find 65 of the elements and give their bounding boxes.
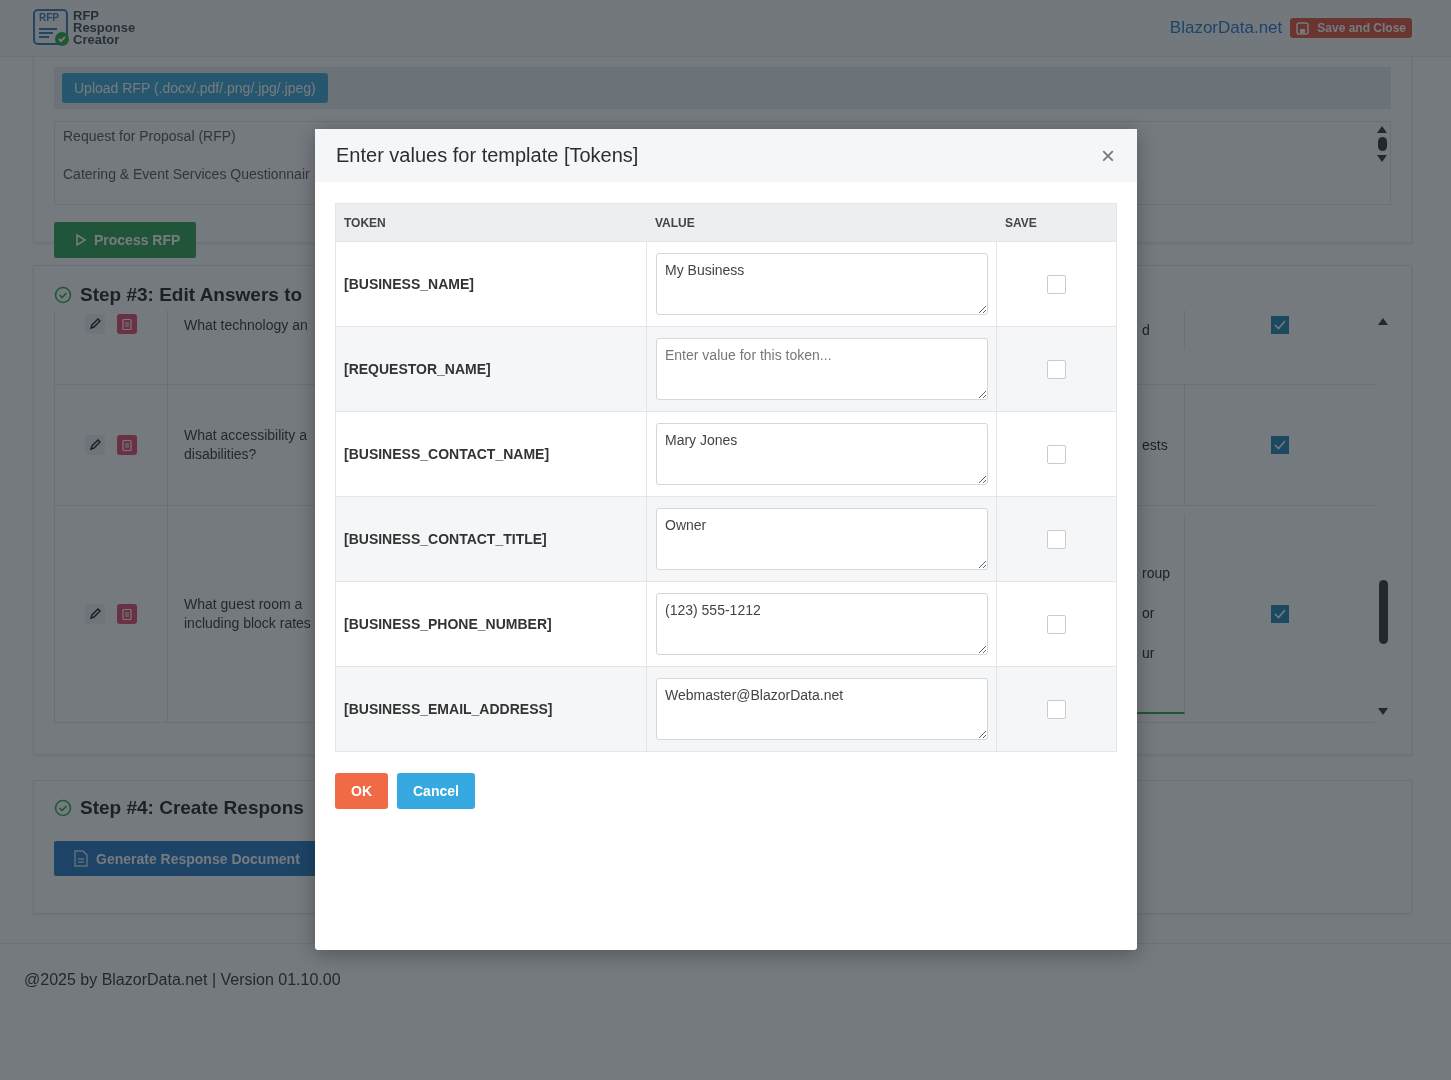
token-name: [BUSINESS_PHONE_NUMBER] <box>344 616 552 632</box>
include-checkbox[interactable] <box>1271 436 1289 454</box>
logo-text: RFP <box>73 10 100 22</box>
save-and-close-button[interactable]: Save and Close <box>1290 18 1412 38</box>
include-checkbox[interactable] <box>1271 316 1289 334</box>
pencil-icon <box>89 439 101 451</box>
token-name: [BUSINESS_CONTACT_TITLE] <box>344 531 547 547</box>
value-field[interactable]: My Business <box>656 253 988 315</box>
token-name: [BUSINESS_NAME] <box>344 276 474 292</box>
column-header: SAVE <box>1004 215 1038 230</box>
column-header: TOKEN <box>343 215 387 230</box>
answer-text: ests <box>1142 436 1168 455</box>
document-check-icon <box>33 9 71 47</box>
pencil-icon <box>89 608 101 620</box>
save-checkbox[interactable] <box>1047 529 1066 549</box>
value-field[interactable]: Owner <box>656 508 988 570</box>
value-field[interactable]: (123) 555-1212 <box>656 593 988 655</box>
ok-button[interactable]: OK <box>335 773 388 809</box>
edit-button[interactable] <box>85 435 105 455</box>
document-line: Catering & Event Services Questionnair <box>63 166 311 182</box>
save-checkbox[interactable] <box>1047 614 1066 634</box>
edit-button[interactable] <box>85 314 105 334</box>
check-circle-icon <box>54 286 72 304</box>
document-line: Request for Proposal (RFP) <box>63 128 237 144</box>
save-checkbox[interactable] <box>1047 444 1066 464</box>
question-text: What technology an <box>184 316 308 335</box>
trash-icon <box>122 439 132 451</box>
save-checkbox[interactable] <box>1047 359 1066 379</box>
footer-text: @2025 by BlazorData.net | Version 01.10.00 <box>24 971 341 988</box>
pencil-icon <box>89 318 101 330</box>
close-button[interactable]: × <box>1101 141 1115 170</box>
play-icon <box>76 234 86 246</box>
question-text: What guest room a including block rates <box>184 595 311 633</box>
edit-button[interactable] <box>85 604 105 624</box>
question-text: What accessibility a disabilities? <box>184 426 307 464</box>
save-icon <box>1296 21 1310 35</box>
save-checkbox[interactable] <box>1047 699 1066 719</box>
dialog-title: Enter values for template [Tokens] <box>336 144 639 167</box>
column-header: VALUE <box>654 215 696 230</box>
trash-icon <box>122 608 132 620</box>
logo-text: Response <box>73 22 136 34</box>
include-checkbox[interactable] <box>1271 605 1289 623</box>
cancel-button[interactable]: Cancel <box>397 773 475 809</box>
check-circle-icon <box>54 799 72 817</box>
upload-button[interactable]: Upload RFP (.docx/.pdf/.png/.jpg/.jpeg) <box>62 73 328 103</box>
process-rfp-button[interactable]: Process RFP <box>54 222 197 258</box>
value-field[interactable]: Mary Jones <box>656 423 988 485</box>
logo-text: Creator <box>73 34 120 46</box>
step-title: Step #4: Create Respons <box>80 797 304 819</box>
value-field[interactable]: Webmaster@BlazorData.net <box>656 678 988 740</box>
delete-button[interactable] <box>117 314 137 334</box>
step-title: Step #3: Edit Answers to <box>80 284 303 306</box>
delete-button[interactable] <box>117 435 137 455</box>
answer-text: d <box>1142 321 1150 340</box>
site-link[interactable]: BlazorData.net <box>1169 18 1283 38</box>
document-icon <box>74 850 88 867</box>
trash-icon <box>122 318 132 330</box>
delete-button[interactable] <box>117 604 137 624</box>
token-name: [REQUESTOR_NAME] <box>344 361 491 377</box>
save-checkbox[interactable] <box>1047 274 1066 294</box>
logo-badge-text: RFP <box>39 12 59 23</box>
answer-text: roup or ur <box>1142 564 1171 663</box>
token-name: [BUSINESS_CONTACT_NAME] <box>344 446 550 462</box>
token-name: [BUSINESS_EMAIL_ADDRESS] <box>344 701 553 717</box>
value-field[interactable]: Enter value for this token... <box>656 338 988 400</box>
